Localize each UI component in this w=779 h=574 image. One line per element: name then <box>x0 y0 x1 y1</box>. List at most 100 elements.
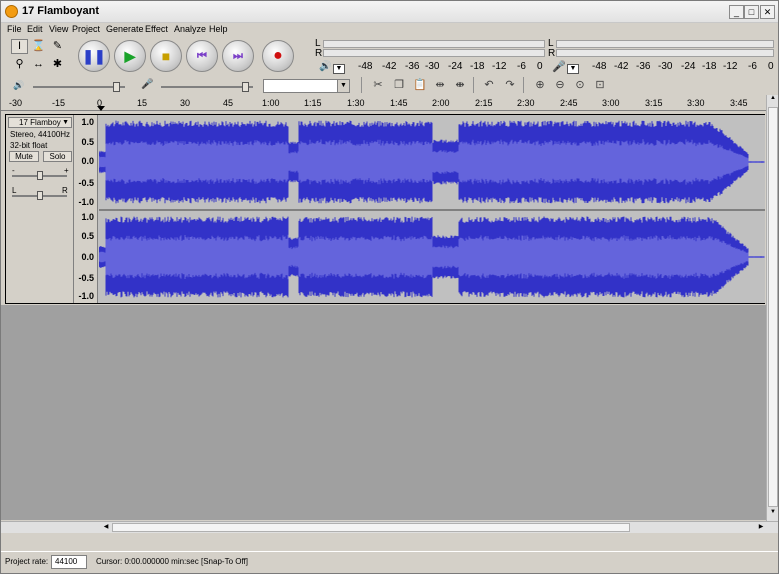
draw-tool-icon[interactable]: ✎ <box>49 39 66 54</box>
playback-meter-bar-left <box>323 40 545 48</box>
skip-end-button[interactable]: ⏭ <box>222 40 254 72</box>
waveform-rms <box>99 234 765 280</box>
gain-slider[interactable] <box>12 171 67 180</box>
menu-project[interactable]: Project <box>72 24 100 34</box>
silence-icon[interactable]: ⇼ <box>451 77 469 93</box>
menu-view[interactable]: View <box>49 24 68 34</box>
scale-label: -1.0 <box>78 291 94 301</box>
waveform-right-channel[interactable] <box>99 211 765 303</box>
scale-label: 0.0 <box>81 156 94 166</box>
record-button[interactable]: ● <box>262 40 294 72</box>
ruler-tick-label: 2:45 <box>560 98 578 108</box>
playback-scale-tick: -36 <box>405 61 420 72</box>
stop-icon: ■ <box>161 48 171 64</box>
play-button[interactable]: ▶ <box>114 40 146 72</box>
record-meter-bar-left <box>556 40 774 48</box>
audacity-window: 17 Flamboyant _ □ ✕ File Edit View Proje… <box>0 0 779 574</box>
waveform-left-channel[interactable] <box>99 115 765 209</box>
horizontal-scroll-thumb[interactable] <box>112 523 630 532</box>
selection-tool-icon[interactable]: I <box>11 39 28 54</box>
ruler-tick-label: 30 <box>180 98 191 108</box>
record-scale-tick: 0 <box>768 61 774 72</box>
mute-button[interactable]: Mute <box>9 151 39 162</box>
microphone-icon[interactable]: 🎤 <box>552 60 566 73</box>
ruler-tick-label: 1:00 <box>262 98 280 108</box>
speaker-icon[interactable]: 🔊 <box>319 61 331 72</box>
output-volume-thumb[interactable] <box>113 82 120 92</box>
record-meter-bar-right <box>556 49 774 57</box>
record-icon: ● <box>273 47 283 64</box>
fit-selection-icon[interactable]: ⊙ <box>571 77 589 93</box>
menu-generate[interactable]: Generate <box>106 24 144 34</box>
timeline-ruler[interactable]: -30 -15 0 15 30 45 1:00 1:15 1:30 1:45 2… <box>1 95 778 111</box>
scroll-right-icon[interactable]: ▶ <box>756 522 766 532</box>
zoom-out-icon[interactable]: ⊖ <box>551 77 569 93</box>
ruler-tick-label: 15 <box>137 98 148 108</box>
solo-button[interactable]: Solo <box>43 151 72 162</box>
menu-help[interactable]: Help <box>209 24 228 34</box>
play-icon: ▶ <box>124 47 136 64</box>
playback-meter-bar-right <box>323 49 545 57</box>
minimize-button[interactable]: _ <box>729 5 744 19</box>
scroll-left-icon[interactable]: ◀ <box>101 522 111 532</box>
ruler-tick-label: 2:00 <box>432 98 450 108</box>
record-meter-dropdown[interactable]: ▼ <box>567 64 579 74</box>
menu-bar: File Edit View Project Generate Effect A… <box>1 23 778 37</box>
playback-meter-dropdown[interactable]: ▼ <box>333 64 345 74</box>
record-meter-r: R <box>548 48 556 59</box>
vertical-scrollbar[interactable]: ▲ ▼ <box>766 95 778 521</box>
pause-button[interactable]: ❚❚ <box>78 40 110 72</box>
cut-icon[interactable]: ✂ <box>369 77 387 93</box>
output-volume-slider[interactable] <box>33 82 125 92</box>
scale-label: -0.5 <box>78 273 94 283</box>
playback-scale-tick: -42 <box>382 61 397 72</box>
track-name: 17 Flamboy <box>19 118 61 127</box>
envelope-tool-icon[interactable]: ⌛ <box>30 39 47 54</box>
input-volume-icon: 🎤 <box>141 79 154 90</box>
toolbar-separator <box>473 77 474 93</box>
track-name-menu[interactable]: 17 Flamboy ▼ <box>8 117 72 128</box>
stop-button[interactable]: ■ <box>150 40 182 72</box>
audacity-app-icon <box>5 5 18 18</box>
menu-effect[interactable]: Effect <box>145 24 168 34</box>
menu-analyze[interactable]: Analyze <box>174 24 206 34</box>
toolbar-separator <box>361 77 362 93</box>
copy-icon[interactable]: ❐ <box>390 77 408 93</box>
tools-toolbar: I ⌛ ✎ ⚲ ↔ ✱ <box>9 38 69 75</box>
horizontal-scrollbar[interactable]: ◀ ▶ <box>1 521 778 533</box>
scroll-up-icon[interactable]: ▲ <box>768 95 778 106</box>
close-button[interactable]: ✕ <box>760 5 775 19</box>
paste-icon[interactable]: 📋 <box>411 77 429 93</box>
menu-file[interactable]: File <box>7 24 22 34</box>
zoom-in-icon[interactable]: ⊕ <box>531 77 549 93</box>
pan-slider[interactable] <box>12 191 67 200</box>
playback-scale-tick: -6 <box>517 61 526 72</box>
playback-meter-r: R <box>315 48 323 59</box>
playback-scale-tick: 0 <box>537 61 543 72</box>
vertical-scroll-thumb[interactable] <box>768 107 778 507</box>
pan-slider-thumb[interactable] <box>37 191 43 200</box>
input-volume-thumb[interactable] <box>242 82 249 92</box>
zoom-tool-icon[interactable]: ⚲ <box>11 57 28 72</box>
scroll-down-icon[interactable]: ▼ <box>768 509 778 520</box>
maximize-button[interactable]: □ <box>744 5 759 19</box>
undo-icon[interactable]: ↶ <box>480 77 498 93</box>
timeshift-tool-icon[interactable]: ↔ <box>30 57 47 72</box>
redo-icon[interactable]: ↷ <box>501 77 519 93</box>
menu-edit[interactable]: Edit <box>27 24 43 34</box>
multi-tool-icon[interactable]: ✱ <box>49 57 66 72</box>
playback-scale-tick: -18 <box>470 61 485 72</box>
playback-scale-tick: -48 <box>358 61 373 72</box>
input-source-dropdown[interactable]: ▼ <box>263 79 350 93</box>
scale-label: 1.0 <box>81 117 94 127</box>
fit-project-icon[interactable]: ⊡ <box>591 77 609 93</box>
gain-slider-thumb[interactable] <box>37 171 43 180</box>
trim-icon[interactable]: ⇹ <box>431 77 449 93</box>
input-volume-slider[interactable] <box>161 82 253 92</box>
window-title: 17 Flamboyant <box>22 5 100 17</box>
playback-scale-tick: -30 <box>425 61 440 72</box>
project-rate-field[interactable]: 44100 <box>51 555 87 569</box>
record-scale-tick: -48 <box>592 61 607 72</box>
skip-start-button[interactable]: ⏮ <box>186 40 218 72</box>
waveform-rms <box>99 139 765 185</box>
